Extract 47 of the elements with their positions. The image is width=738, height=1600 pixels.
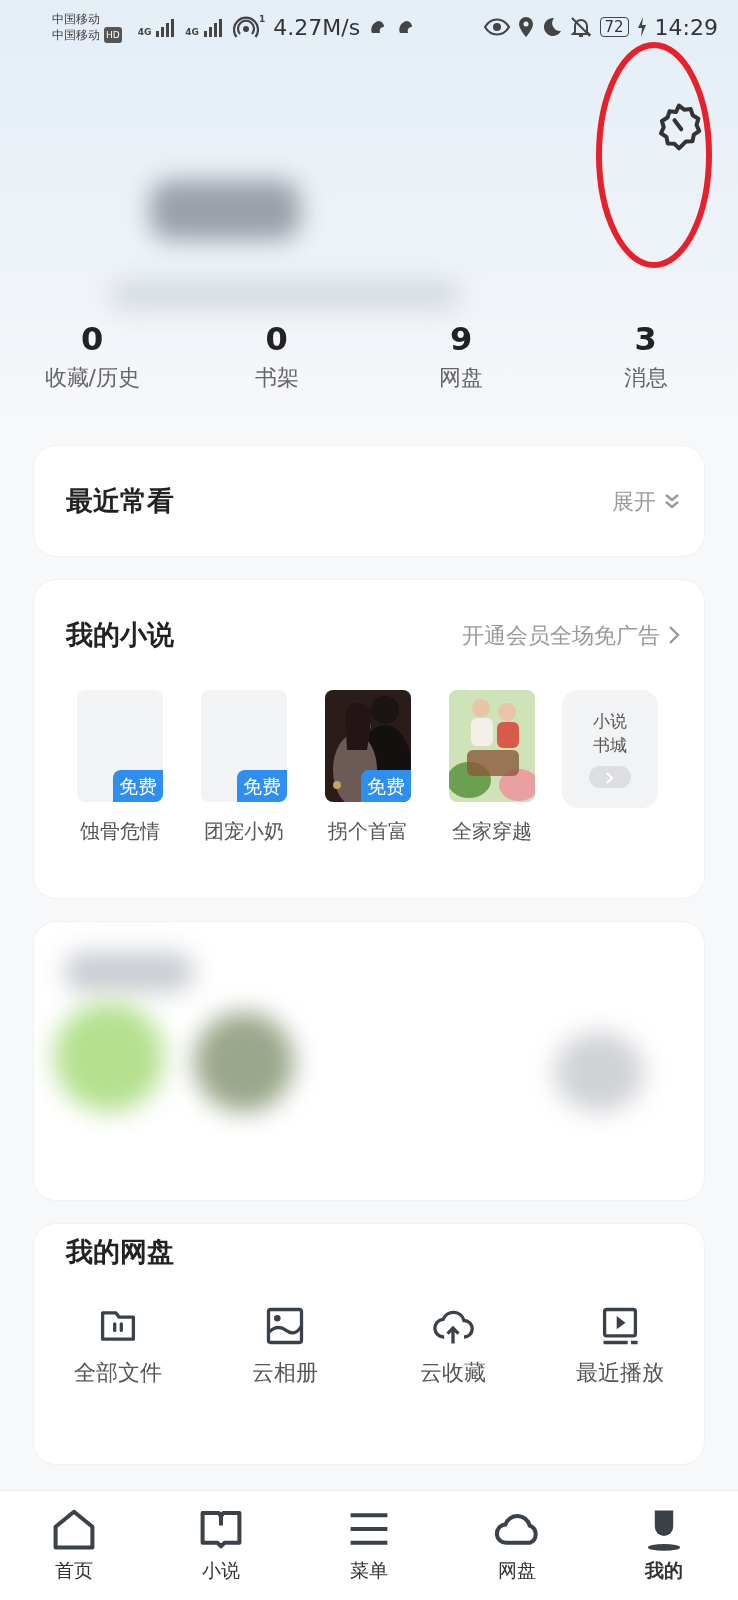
charging-icon	[636, 17, 647, 37]
stat-value: 9	[450, 322, 473, 358]
eye-icon	[483, 18, 510, 36]
section-title: 我的小说	[64, 617, 174, 652]
book-title[interactable]: 团宠小奶	[204, 816, 284, 846]
stat-value: 0	[81, 322, 104, 358]
shortcut-label[interactable]: 全部文件	[73, 1356, 162, 1389]
nav-tab[interactable]: 菜单	[295, 1506, 443, 1585]
bell-off-icon	[569, 16, 592, 38]
stat-value: 3	[634, 322, 657, 358]
network-type: 4G	[185, 27, 199, 37]
network-speed: 4.27M/s	[273, 13, 361, 42]
stat-label[interactable]: 消息	[623, 361, 668, 395]
free-badge: 免费	[237, 769, 287, 802]
shortcut-label[interactable]: 云相册	[252, 1356, 319, 1389]
shortcut-label[interactable]: 云收藏	[419, 1356, 486, 1389]
stat-label[interactable]: 书架	[254, 361, 299, 395]
book-title[interactable]: 全家穿越	[452, 816, 532, 846]
stat-label[interactable]: 收藏/历史	[44, 361, 140, 395]
section-title: 最近常看	[65, 483, 174, 518]
location-icon	[517, 16, 534, 38]
hd-badge: HD	[104, 27, 122, 43]
clock-time: 14:29	[654, 13, 718, 42]
chevron-down-icon[interactable]	[664, 492, 680, 510]
hotspot-count: 1	[259, 14, 266, 24]
book-title[interactable]: 拐个首富	[328, 816, 408, 846]
free-badge: 免费	[113, 769, 163, 802]
network-type: 4G	[137, 27, 152, 37]
battery-level: 72	[599, 17, 629, 37]
nav-tab[interactable]: 小说	[147, 1506, 296, 1585]
novel-store-button[interactable]: 小说书城	[562, 690, 658, 808]
nav-tab[interactable]: 网盘	[442, 1506, 591, 1585]
carrier-name: 中国移动	[52, 11, 100, 27]
stat-value: 0	[265, 322, 288, 358]
hotspot-icon	[233, 14, 259, 40]
signal-icon	[203, 17, 225, 37]
chevron-right-icon	[606, 771, 614, 784]
nav-tab[interactable]: 首页	[0, 1506, 148, 1585]
chevron-right-icon[interactable]	[668, 625, 680, 645]
moon-icon	[541, 17, 562, 37]
carrier-name: 中国移动	[52, 27, 100, 43]
book-title[interactable]: 蚀骨危情	[80, 816, 160, 846]
free-badge: 免费	[361, 769, 411, 802]
shortcut-label[interactable]: 最近播放	[576, 1356, 665, 1389]
stat-label[interactable]: 网盘	[439, 361, 484, 395]
section-title: 我的网盘	[64, 1236, 174, 1267]
nav-tab[interactable]: 我的	[590, 1506, 738, 1585]
